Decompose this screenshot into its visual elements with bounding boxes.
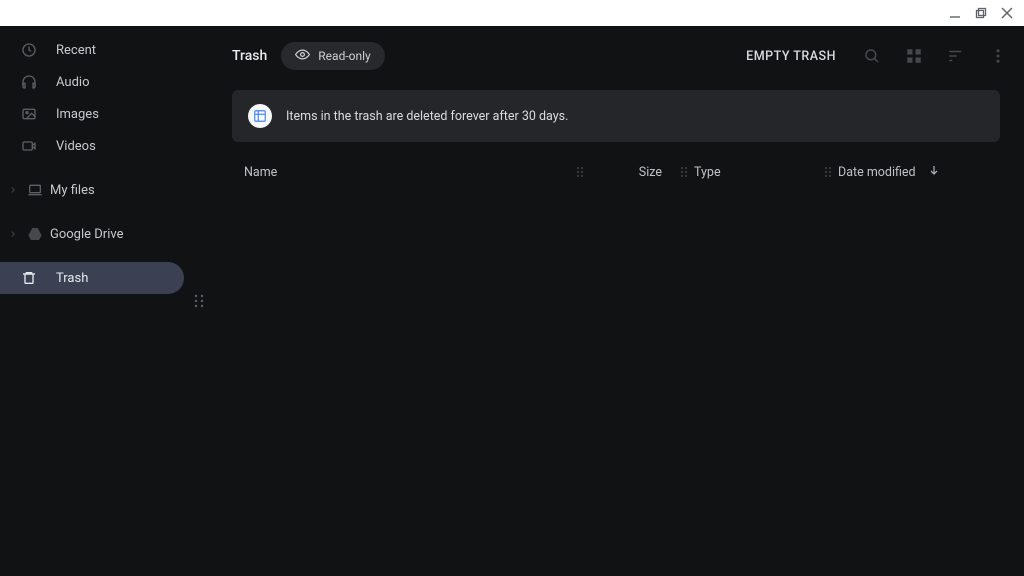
readonly-pill: Read-only — [281, 42, 384, 70]
drive-icon — [26, 225, 44, 243]
column-name[interactable]: Name — [244, 165, 277, 180]
image-icon — [20, 105, 38, 123]
grip-icon[interactable] — [576, 166, 584, 178]
sidebar-item-audio[interactable]: Audio — [0, 66, 208, 98]
grip-icon[interactable] — [680, 166, 688, 178]
sidebar-item-label: Recent — [56, 43, 96, 58]
sidebar-item-trash[interactable]: Trash — [0, 262, 184, 294]
video-icon — [20, 137, 38, 155]
sidebar-item-recent[interactable]: Recent — [0, 34, 208, 66]
sidebar-resize-handle[interactable] — [194, 294, 204, 312]
info-banner: Items in the trash are deleted forever a… — [232, 90, 1000, 142]
search-icon[interactable] — [858, 42, 886, 70]
window-titlebar — [0, 0, 1024, 26]
column-header-row: Name Size Type Date modified — [220, 152, 1012, 192]
maximize-icon[interactable] — [974, 6, 988, 20]
sidebar-item-label: Google Drive — [50, 227, 123, 242]
trash-icon — [20, 269, 38, 287]
sidebar-item-my-files[interactable]: My files — [0, 174, 208, 206]
minimize-icon[interactable] — [948, 6, 962, 20]
sort-icon[interactable] — [942, 42, 970, 70]
clock-icon — [20, 41, 38, 59]
column-type[interactable]: Type — [694, 165, 721, 180]
sidebar-item-label: Trash — [56, 271, 88, 286]
sidebar-item-images[interactable]: Images — [0, 98, 208, 130]
chevron-right-icon — [6, 227, 20, 241]
headphones-icon — [20, 73, 38, 91]
info-banner-text: Items in the trash are deleted forever a… — [286, 109, 568, 124]
sidebar-item-videos[interactable]: Videos — [0, 130, 208, 162]
sidebar: Recent Audio Images Videos — [0, 26, 208, 576]
empty-trash-button[interactable]: EMPTY TRASH — [746, 49, 836, 64]
laptop-icon — [26, 181, 44, 199]
more-icon[interactable] — [984, 42, 1012, 70]
info-banner-icon — [248, 104, 272, 128]
page-title: Trash — [232, 48, 267, 64]
sidebar-item-google-drive[interactable]: Google Drive — [0, 218, 208, 250]
grid-view-icon[interactable] — [900, 42, 928, 70]
sidebar-item-label: Images — [56, 107, 99, 122]
sidebar-item-label: My files — [50, 183, 95, 198]
column-size[interactable]: Size — [639, 165, 662, 180]
sort-descending-icon — [928, 164, 940, 180]
readonly-label: Read-only — [318, 49, 370, 63]
close-icon[interactable] — [1000, 6, 1014, 20]
column-date[interactable]: Date modified — [838, 165, 916, 180]
topbar: Trash Read-only EMPTY TRASH — [220, 36, 1012, 76]
sidebar-item-label: Videos — [56, 139, 96, 154]
sidebar-item-label: Audio — [56, 75, 89, 90]
chevron-right-icon — [6, 183, 20, 197]
main-panel: Trash Read-only EMPTY TRASH — [208, 26, 1024, 576]
grip-icon[interactable] — [824, 166, 832, 178]
eye-icon — [295, 47, 310, 65]
